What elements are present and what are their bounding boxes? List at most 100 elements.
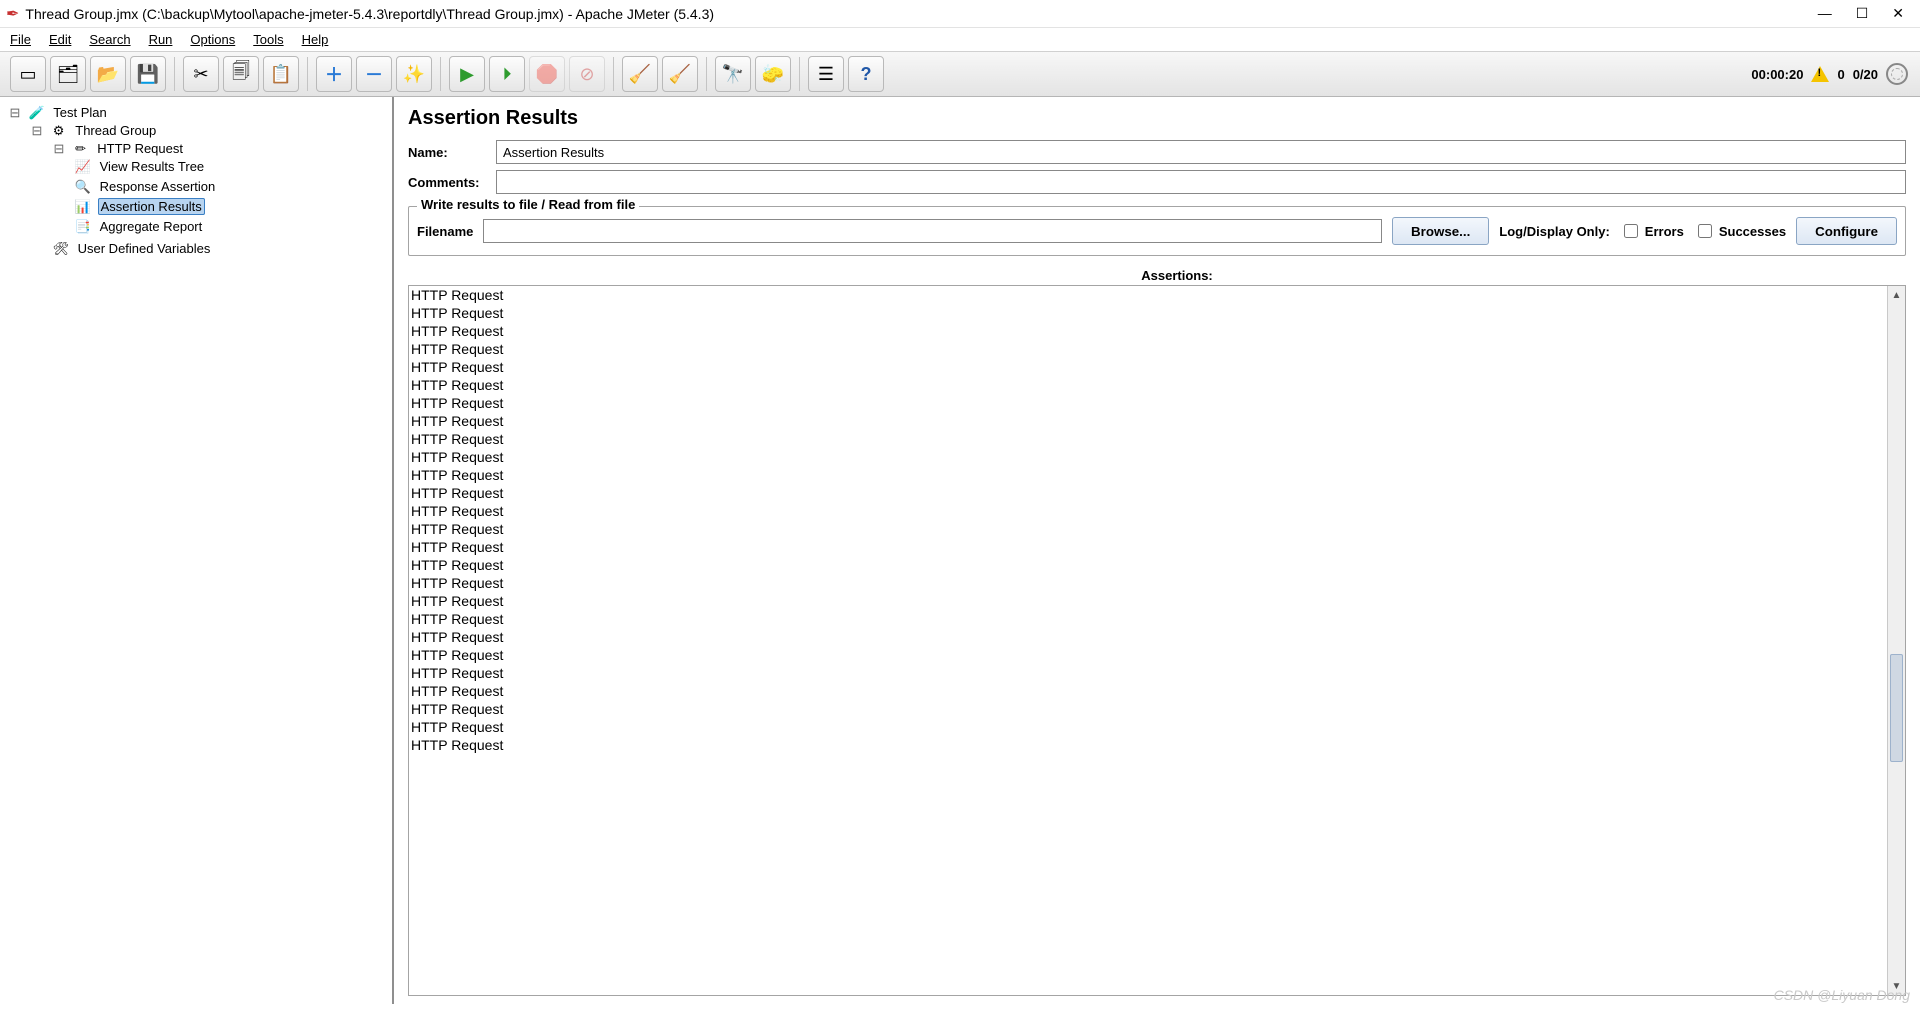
- reset-search-button[interactable]: 🧽: [755, 56, 791, 92]
- tree-thread-group[interactable]: ⊟ ⚙ Thread Group ⊟ ✏ HTTP Request 📈: [30, 121, 388, 261]
- new-button[interactable]: ▭: [10, 56, 46, 92]
- assertion-row[interactable]: HTTP Request: [411, 394, 1885, 412]
- shutdown-button[interactable]: ⊘: [569, 56, 605, 92]
- assertion-row[interactable]: HTTP Request: [411, 610, 1885, 628]
- start-button[interactable]: ▶: [449, 56, 485, 92]
- save-button[interactable]: 💾: [130, 56, 166, 92]
- window-minimize-button[interactable]: —: [1818, 5, 1832, 22]
- menu-run[interactable]: Run: [149, 32, 173, 47]
- comments-input[interactable]: [496, 170, 1906, 194]
- open-button[interactable]: 📂: [90, 56, 126, 92]
- paste-button[interactable]: 📋: [263, 56, 299, 92]
- window-maximize-button[interactable]: ☐: [1856, 5, 1869, 22]
- copy-button[interactable]: 🗐: [223, 56, 259, 92]
- assertion-row[interactable]: HTTP Request: [411, 520, 1885, 538]
- assertion-row[interactable]: HTTP Request: [411, 646, 1885, 664]
- menu-edit[interactable]: Edit: [49, 32, 71, 47]
- successes-checkbox-input[interactable]: [1698, 224, 1712, 238]
- menu-tools[interactable]: Tools: [253, 32, 283, 47]
- assertion-row[interactable]: HTTP Request: [411, 736, 1885, 754]
- folder-open-icon: 📂: [97, 64, 119, 85]
- tree-label: Aggregate Report: [98, 219, 205, 234]
- stop-button[interactable]: 🛑: [529, 56, 565, 92]
- assertion-row[interactable]: HTTP Request: [411, 664, 1885, 682]
- cut-button[interactable]: ✂: [183, 56, 219, 92]
- toggle-icon[interactable]: ⊟: [30, 123, 44, 139]
- menu-file[interactable]: File: [10, 32, 31, 47]
- tree-label: Thread Group: [73, 123, 158, 138]
- clear-all-button[interactable]: 🧹: [662, 56, 698, 92]
- search-button[interactable]: 🔭: [715, 56, 751, 92]
- errors-checkbox-input[interactable]: [1624, 224, 1638, 238]
- toolbar: ▭ 🗂 📂 💾 ✂ 🗐 📋 ＋ － ✨ ▶ ⏵ 🛑 ⊘ 🧹 🧹 🔭 🧽 ☰ ? …: [0, 51, 1920, 97]
- menu-options[interactable]: Options: [190, 32, 235, 47]
- filename-input[interactable]: [483, 219, 1382, 243]
- assertion-row[interactable]: HTTP Request: [411, 322, 1885, 340]
- assertion-row[interactable]: HTTP Request: [411, 484, 1885, 502]
- wand-icon: ✨: [403, 64, 425, 85]
- aggregate-report-icon: 📑: [74, 219, 92, 235]
- assertion-row[interactable]: HTTP Request: [411, 682, 1885, 700]
- assertion-row[interactable]: HTTP Request: [411, 376, 1885, 394]
- assertion-row[interactable]: HTTP Request: [411, 412, 1885, 430]
- tree-label: HTTP Request: [95, 141, 185, 156]
- assertion-row[interactable]: HTTP Request: [411, 574, 1885, 592]
- tree-assertion-results[interactable]: 📊 Assertion Results: [74, 197, 388, 217]
- scroll-thumb[interactable]: [1890, 654, 1903, 762]
- assertion-row[interactable]: HTTP Request: [411, 592, 1885, 610]
- name-input[interactable]: [496, 140, 1906, 164]
- assertion-row[interactable]: HTTP Request: [411, 538, 1885, 556]
- thread-group-icon: ⚙: [50, 123, 68, 139]
- window-close-button[interactable]: ✕: [1892, 5, 1904, 22]
- collapse-button[interactable]: －: [356, 56, 392, 92]
- assertion-row[interactable]: HTTP Request: [411, 502, 1885, 520]
- toggle-icon[interactable]: ⊟: [8, 105, 22, 121]
- file-settings-legend: Write results to file / Read from file: [417, 197, 639, 212]
- panel-heading: Assertion Results: [408, 107, 1906, 130]
- assertion-row[interactable]: HTTP Request: [411, 286, 1885, 304]
- function-helper-button[interactable]: ☰: [808, 56, 844, 92]
- assertions-list[interactable]: HTTP RequestHTTP RequestHTTP RequestHTTP…: [409, 286, 1887, 995]
- assertion-row[interactable]: HTTP Request: [411, 340, 1885, 358]
- warning-icon[interactable]: [1811, 66, 1829, 82]
- errors-checkbox[interactable]: Errors: [1620, 221, 1684, 241]
- menu-help[interactable]: Help: [302, 32, 329, 47]
- scroll-down-icon[interactable]: ▼: [1888, 977, 1905, 995]
- assertion-row[interactable]: HTTP Request: [411, 718, 1885, 736]
- configure-button[interactable]: Configure: [1796, 217, 1897, 245]
- tree-test-plan[interactable]: ⊟ 🧪 Test Plan ⊟ ⚙ Thread Group ⊟ ✏ HTTP …: [8, 103, 388, 263]
- broom-all-icon: 🧹: [669, 64, 691, 85]
- assertions-scrollbar[interactable]: ▲ ▼: [1887, 286, 1905, 995]
- tree-user-defined-variables[interactable]: 🛠 User Defined Variables: [52, 239, 388, 259]
- assertion-row[interactable]: HTTP Request: [411, 700, 1885, 718]
- toggle-icon[interactable]: ⊟: [52, 141, 66, 157]
- start-no-timers-button[interactable]: ⏵: [489, 56, 525, 92]
- successes-checkbox[interactable]: Successes: [1694, 221, 1786, 241]
- assertion-row[interactable]: HTTP Request: [411, 448, 1885, 466]
- assertion-row[interactable]: HTTP Request: [411, 304, 1885, 322]
- templates-button[interactable]: 🗂: [50, 56, 86, 92]
- tree-view-results-tree[interactable]: 📈 View Results Tree: [74, 157, 388, 177]
- assertion-row[interactable]: HTTP Request: [411, 466, 1885, 484]
- help-button[interactable]: ?: [848, 56, 884, 92]
- active-threads: 0/20: [1853, 67, 1878, 82]
- tree-response-assertion[interactable]: 🔍 Response Assertion: [74, 177, 388, 197]
- results-tree-icon: 📈: [74, 159, 92, 175]
- list-icon: ☰: [818, 64, 834, 85]
- menu-search[interactable]: Search: [89, 32, 130, 47]
- zoom-icon[interactable]: [1886, 63, 1908, 85]
- test-plan-tree[interactable]: ⊟ 🧪 Test Plan ⊟ ⚙ Thread Group ⊟ ✏ HTTP …: [0, 97, 394, 1004]
- browse-button[interactable]: Browse...: [1392, 217, 1489, 245]
- clear-button[interactable]: 🧹: [622, 56, 658, 92]
- tree-aggregate-report[interactable]: 📑 Aggregate Report: [74, 217, 388, 237]
- assertions-header: Assertions:: [408, 264, 1906, 285]
- scroll-up-icon[interactable]: ▲: [1888, 286, 1905, 304]
- assertion-row[interactable]: HTTP Request: [411, 358, 1885, 376]
- expand-button[interactable]: ＋: [316, 56, 352, 92]
- tree-http-request[interactable]: ⊟ ✏ HTTP Request 📈 View Results Tree: [52, 139, 388, 239]
- help-icon: ?: [861, 64, 872, 85]
- assertion-row[interactable]: HTTP Request: [411, 628, 1885, 646]
- toggle-button[interactable]: ✨: [396, 56, 432, 92]
- assertion-row[interactable]: HTTP Request: [411, 430, 1885, 448]
- assertion-row[interactable]: HTTP Request: [411, 556, 1885, 574]
